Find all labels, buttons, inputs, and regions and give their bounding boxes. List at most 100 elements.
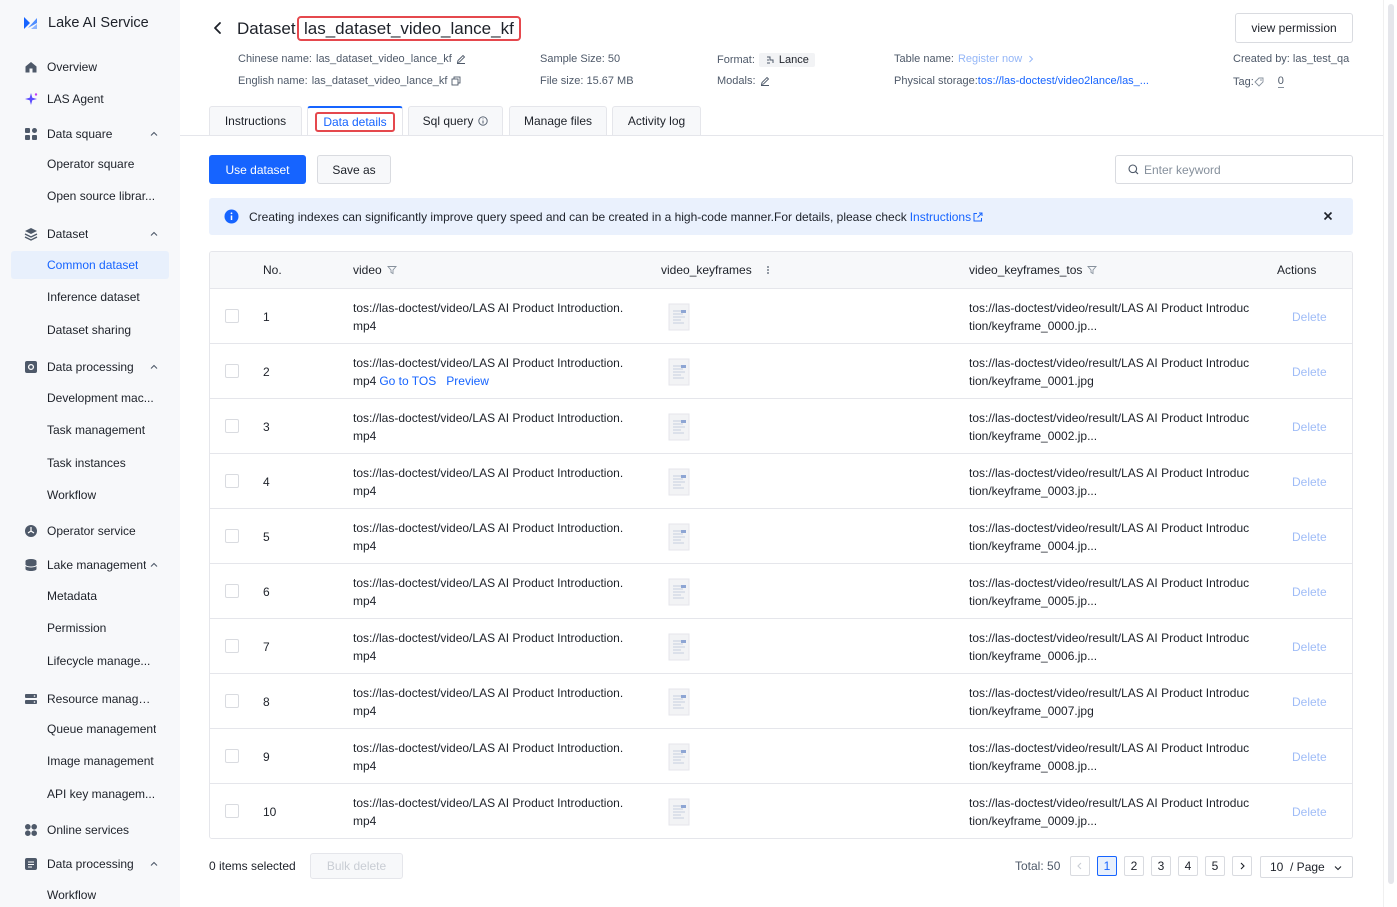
row-checkbox[interactable] [225, 584, 239, 598]
edit-icon[interactable] [760, 76, 770, 86]
page-size-select[interactable]: 10 / Page [1260, 856, 1353, 878]
back-arrow-icon[interactable] [210, 20, 226, 36]
prev-page-button[interactable] [1070, 856, 1090, 876]
keyframe-thumbnail[interactable] [665, 467, 693, 497]
tab-activity-log[interactable]: Activity log [612, 106, 701, 135]
chevron-up-icon[interactable] [149, 362, 159, 372]
row-checkbox[interactable] [225, 474, 239, 488]
sidebar-item-development-mac[interactable]: Development mac... [11, 384, 169, 412]
brand[interactable]: Lake AI Service [22, 13, 149, 33]
keyframe-thumbnail[interactable] [665, 522, 693, 552]
row-checkbox[interactable] [225, 749, 239, 763]
sidebar-group-data-square[interactable]: Data square [11, 120, 169, 148]
sidebar-item-common-dataset[interactable]: Common dataset [11, 251, 169, 279]
sidebar-item-metadata[interactable]: Metadata [11, 582, 169, 610]
delete-button[interactable]: Delete [1292, 365, 1327, 379]
tag-value[interactable]: 0 [1277, 75, 1284, 88]
tab-data-details[interactable]: Data details [307, 106, 403, 135]
sidebar-group-lake-management[interactable]: Lake management [11, 551, 169, 579]
tab-sql-query[interactable]: Sql query [408, 106, 503, 135]
tab-instructions[interactable]: Instructions [209, 106, 302, 135]
sidebar-group-data-processing[interactable]: Data processing [11, 353, 169, 381]
delete-button[interactable]: Delete [1292, 695, 1327, 709]
delete-button[interactable]: Delete [1292, 750, 1327, 764]
sidebar-group-operator-service[interactable]: Operator service [11, 517, 169, 545]
row-checkbox[interactable] [225, 639, 239, 653]
page-button[interactable]: 3 [1151, 856, 1171, 876]
delete-button[interactable]: Delete [1292, 310, 1327, 324]
sidebar-item-task-instances[interactable]: Task instances [11, 449, 169, 477]
page-button[interactable]: 2 [1124, 856, 1144, 876]
sidebar-group-resource-managemen[interactable]: Resource managemen [11, 685, 169, 713]
keyframe-thumbnail[interactable] [665, 797, 693, 827]
alert-instructions-link[interactable]: Instructions [910, 210, 983, 224]
sidebar-item-inference-dataset[interactable]: Inference dataset [11, 283, 169, 311]
row-checkbox[interactable] [225, 419, 239, 433]
scrollbar-thumb[interactable] [1388, 4, 1394, 884]
sidebar-item-queue-management[interactable]: Queue management [11, 715, 169, 743]
register-now-link[interactable]: Register now [958, 53, 1022, 65]
go-to-tos-link[interactable]: Go to TOS [379, 374, 436, 388]
search-box[interactable] [1115, 155, 1353, 184]
delete-button[interactable]: Delete [1292, 530, 1327, 544]
delete-button[interactable]: Delete [1292, 585, 1327, 599]
sidebar-item-lifecycle-manage[interactable]: Lifecycle manage... [11, 647, 169, 675]
chevron-up-icon[interactable] [149, 129, 159, 139]
keyframe-thumbnail[interactable] [665, 687, 693, 717]
sidebar-item-task-management[interactable]: Task management [11, 416, 169, 444]
page-scrollbar[interactable] [1383, 0, 1397, 907]
copy-icon[interactable] [451, 76, 461, 86]
use-dataset-button[interactable]: Use dataset [209, 155, 306, 184]
chevron-up-icon[interactable] [149, 560, 159, 570]
delete-button[interactable]: Delete [1292, 805, 1327, 819]
keyframe-thumbnail[interactable] [665, 632, 693, 662]
page-button[interactable]: 4 [1178, 856, 1198, 876]
sidebar-item-image-management[interactable]: Image management [11, 747, 169, 775]
more-vertical-icon[interactable] [763, 265, 773, 275]
sidebar-item-workflow[interactable]: Workflow [11, 481, 169, 509]
chevron-up-icon[interactable] [149, 229, 159, 239]
search-input[interactable] [1144, 162, 1334, 177]
sidebar-item-permission[interactable]: Permission [11, 614, 169, 642]
sidebar-item-open-source-librar[interactable]: Open source librar... [11, 182, 169, 210]
sidebar-item-workflow[interactable]: Workflow [11, 881, 169, 907]
keyframe-thumbnail[interactable] [665, 742, 693, 772]
sidebar-group-las-agent[interactable]: LAS Agent [11, 85, 169, 113]
sidebar-label: LAS Agent [47, 92, 104, 106]
tab-manage-files[interactable]: Manage files [509, 106, 607, 135]
page-button[interactable]: 1 [1097, 856, 1117, 876]
view-permission-button[interactable]: view permission [1235, 13, 1353, 43]
format-value: Lance [778, 54, 809, 66]
sidebar-item-api-key-managem[interactable]: API key managem... [11, 780, 169, 808]
next-page-button[interactable] [1232, 856, 1252, 876]
bulk-delete-button[interactable]: Bulk delete [310, 853, 403, 879]
save-as-button[interactable]: Save as [317, 155, 391, 184]
sidebar-item-dataset-sharing[interactable]: Dataset sharing [11, 316, 169, 344]
row-checkbox[interactable] [225, 309, 239, 323]
sidebar-group-online-services[interactable]: Online services [11, 816, 169, 844]
delete-button[interactable]: Delete [1292, 475, 1327, 489]
lake-logo-icon [24, 17, 37, 29]
physical-storage-link[interactable]: tos://las-doctest/video2lance/las_... [978, 75, 1149, 87]
keyframe-thumbnail[interactable] [665, 302, 693, 332]
filter-icon[interactable] [386, 265, 397, 275]
keyframe-thumbnail[interactable] [665, 577, 693, 607]
row-checkbox[interactable] [225, 529, 239, 543]
preview-link[interactable]: Preview [446, 374, 489, 388]
row-checkbox[interactable] [225, 694, 239, 708]
sidebar-group-data-processing[interactable]: Data processing [11, 850, 169, 878]
row-checkbox[interactable] [225, 364, 239, 378]
delete-button[interactable]: Delete [1292, 420, 1327, 434]
sidebar-item-operator-square[interactable]: Operator square [11, 150, 169, 178]
edit-icon[interactable] [456, 54, 466, 64]
sidebar-group-dataset[interactable]: Dataset [11, 220, 169, 248]
filter-icon[interactable] [1087, 265, 1098, 275]
page-button[interactable]: 5 [1205, 856, 1225, 876]
delete-button[interactable]: Delete [1292, 640, 1327, 654]
keyframe-thumbnail[interactable] [665, 357, 693, 387]
sidebar-group-overview[interactable]: Overview [11, 53, 169, 81]
chevron-up-icon[interactable] [149, 859, 159, 869]
close-icon[interactable] [1322, 210, 1334, 222]
keyframe-thumbnail[interactable] [665, 412, 693, 442]
row-checkbox[interactable] [225, 804, 239, 818]
